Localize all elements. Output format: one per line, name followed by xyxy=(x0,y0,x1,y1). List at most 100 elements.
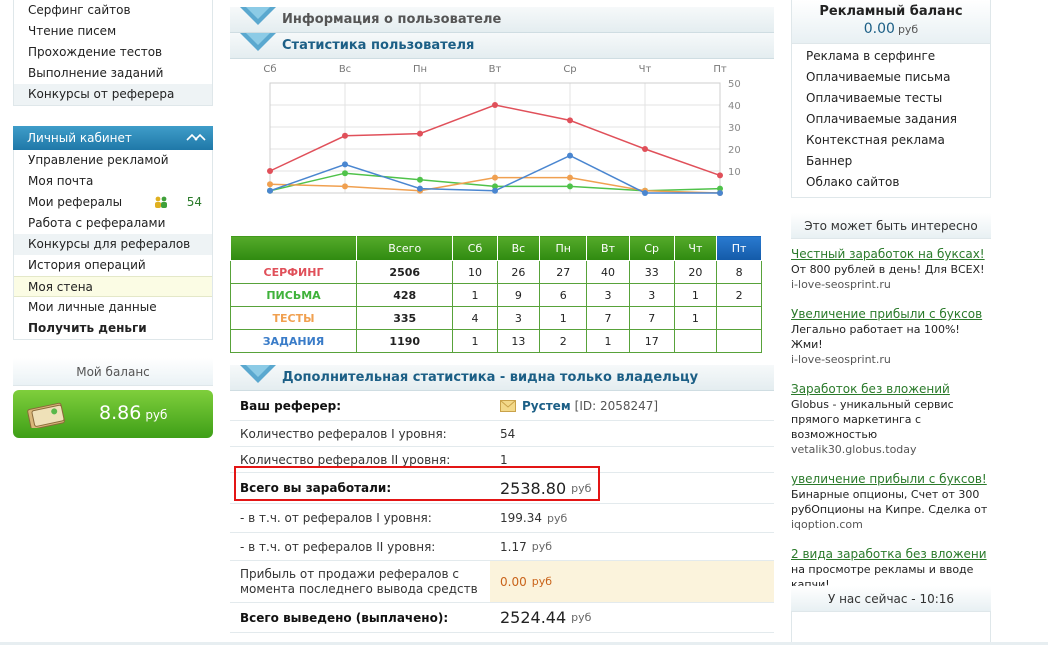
menu-item-surfing[interactable]: Серфинг сайтов xyxy=(14,0,212,21)
stats-cell: 10 xyxy=(452,260,498,284)
promo-link[interactable]: Честный заработок на буксах! xyxy=(791,247,991,262)
ad-menu-item-surfing[interactable]: Реклама в серфинге xyxy=(792,46,990,67)
referrer-name[interactable]: Рустем xyxy=(522,399,571,413)
referrer-value: Рустем [ID: 2058247] xyxy=(490,391,774,420)
promo-desc: Globus - уникальный сервис прямого марке… xyxy=(791,398,954,441)
menu-item-mail[interactable]: Чтение писем xyxy=(14,21,212,42)
menu-item-tests[interactable]: Прохождение тестов xyxy=(14,42,212,63)
chart-point-tests xyxy=(267,181,273,188)
stats-cell: 1 xyxy=(673,306,718,330)
menu-item-my-mail[interactable]: Моя почта xyxy=(14,171,212,192)
chart-point-surf xyxy=(417,130,423,137)
menu-item-history[interactable]: История операций xyxy=(14,255,212,276)
stats-cell: 1 xyxy=(452,329,498,353)
stats-row-mail: ПИСЬМА 428 1 9 6 3 3 1 2 xyxy=(230,283,762,307)
stats-cell xyxy=(716,329,762,353)
my-balance-box[interactable]: 8.86 руб xyxy=(13,390,213,438)
ad-menu-item-cloud[interactable]: Облако сайтов xyxy=(792,172,990,193)
chart-x-tick-label: Вт xyxy=(489,64,502,75)
stats-row-surfing: СЕРФИНГ 2506 10 26 27 40 33 20 8 xyxy=(230,260,762,284)
chart-point-tasks xyxy=(267,187,273,194)
stats-cell: 4 xyxy=(452,306,498,330)
stats-head-sat: Сб xyxy=(452,235,498,261)
chart-x-tick-label: Ср xyxy=(563,64,576,75)
stats-cell: 6 xyxy=(539,283,588,307)
extra-stats-header[interactable]: Дополнительная статистика - видна только… xyxy=(230,365,774,391)
now-box xyxy=(791,612,991,645)
stats-cell: 1 xyxy=(673,283,718,307)
ad-menu-item-banner[interactable]: Баннер xyxy=(792,151,990,172)
promo-desc: От 800 рублей в день! Для ВСЕХ! xyxy=(791,263,985,276)
menu-item-get-money[interactable]: Получить деньги xyxy=(14,318,212,339)
from-ref1-row: - в т.ч. от рефералов I уровня: 199.34 ру… xyxy=(230,504,774,533)
stats-cell: 3 xyxy=(586,283,630,307)
stats-cell: 7 xyxy=(586,306,630,330)
chart-point-tests xyxy=(342,183,348,190)
menu-item-my-referrals[interactable]: Мои рефералы 54 xyxy=(14,192,212,213)
stats-cell: 3 xyxy=(496,306,541,330)
chart-point-tasks xyxy=(567,152,573,159)
collapse-chevron-icon[interactable] xyxy=(185,130,207,146)
menu-item-personal-data[interactable]: Мои личные данные xyxy=(14,297,212,318)
chart-point-surf xyxy=(267,168,273,174)
chart-point-tasks xyxy=(417,185,423,192)
ad-balance-value: 0.00 xyxy=(863,21,895,37)
withdrawn-value: 2524.44 руб xyxy=(490,603,774,632)
user-stats-title: Статистика пользователя xyxy=(282,38,475,53)
from-ref2-currency: руб xyxy=(531,540,552,553)
menu-item-referral-contests[interactable]: Конкурсы для рефералов xyxy=(14,234,212,255)
stats-head-thu: Чт xyxy=(673,235,718,261)
menu-item-ads-management[interactable]: Управление рекламой xyxy=(14,150,212,171)
chart-point-surf xyxy=(642,146,648,152)
stats-cell: 13 xyxy=(496,329,541,353)
menu-item-work-with-referrals[interactable]: Работа с рефералами xyxy=(14,213,212,234)
referrals-count: 54 xyxy=(186,195,202,209)
stats-cell: 2 xyxy=(539,329,588,353)
user-info-header[interactable]: Информация о пользователе xyxy=(230,7,774,33)
from-ref1-currency: руб xyxy=(547,511,568,525)
earn-menu: Серфинг сайтов Чтение писем Прохождение … xyxy=(13,0,213,106)
ad-menu-item-context[interactable]: Контекстная реклама xyxy=(792,130,990,151)
chart-y-tick-label: 40 xyxy=(728,101,741,112)
promo-link[interactable]: 2 вида заработка без вложени xyxy=(791,547,991,562)
envelope-icon[interactable] xyxy=(500,399,516,412)
chart-x-tick-label: Вс xyxy=(339,64,351,75)
cabinet-header[interactable]: Личный кабинет xyxy=(13,126,213,150)
menu-item-my-wall[interactable]: Моя стена xyxy=(14,276,212,297)
withdrawn-label: Всего выведено (выплачено): xyxy=(240,610,449,625)
withdrawn-currency: руб xyxy=(571,611,592,624)
stats-cell: 33 xyxy=(628,260,675,284)
cabinet-menu: Управление рекламой Моя почта Мои рефера… xyxy=(13,150,213,340)
stats-chart: 50 40 30 20 10 Сб Вс Пн Вт Ср Чт Пт xyxy=(230,59,774,227)
menu-item-tasks[interactable]: Выполнение заданий xyxy=(14,63,212,84)
promo-source: i-love-seosprint.ru xyxy=(791,353,891,366)
promo-link[interactable]: Увеличение прибыли с буксов xyxy=(791,307,991,322)
chart-point-mail xyxy=(417,176,423,183)
ad-balance-amount: 0.00 руб xyxy=(792,21,990,37)
promo-desc: Бинарные опционы, Счет от 300 рубОпционы… xyxy=(791,488,988,516)
stats-table: Всего Сб Вс Пн Вт Ср Чт Пт СЕРФИНГ 2506 10… xyxy=(230,235,762,353)
stats-cell: 9 xyxy=(496,283,541,307)
user-stats-header[interactable]: Статистика пользователя xyxy=(230,33,774,59)
ref2-row: Количество рефералов II уровня: 1 xyxy=(230,447,774,473)
ref1-label: Количество рефералов I уровня: xyxy=(240,426,447,441)
earned-amount: 2538.80 xyxy=(500,478,567,498)
stats-cell xyxy=(673,329,718,353)
stats-cell-total: 428 xyxy=(355,283,454,307)
promo-link[interactable]: увеличение прибыли с буксов! xyxy=(791,472,991,487)
promo-link[interactable]: Заработок без вложений xyxy=(791,382,991,397)
ad-menu-item-tasks[interactable]: Оплачиваемые задания xyxy=(792,109,990,130)
ref2-label: Количество рефералов II уровня: xyxy=(240,452,451,467)
collapse-triangle-icon xyxy=(240,7,276,25)
menu-item-referrer-contests[interactable]: Конкурсы от реферера xyxy=(14,84,212,105)
extra-stats-title: Дополнительная статистика - видна только… xyxy=(282,370,699,385)
stats-row-label: ТЕСТЫ xyxy=(230,306,357,330)
ad-menu-item-tests[interactable]: Оплачиваемые тесты xyxy=(792,88,990,109)
ad-menu-item-mails[interactable]: Оплачиваемые письма xyxy=(792,67,990,88)
from-ref1-label: - в т.ч. от рефералов I уровня: xyxy=(240,511,432,525)
chart-x-tick-label: Пт xyxy=(713,64,727,75)
chart-point-tasks xyxy=(717,190,723,196)
chart-x-tick-label: Сб xyxy=(263,64,276,75)
chart-y-tick-label: 20 xyxy=(728,145,741,156)
promo-source: i-love-seosprint.ru xyxy=(791,278,891,291)
